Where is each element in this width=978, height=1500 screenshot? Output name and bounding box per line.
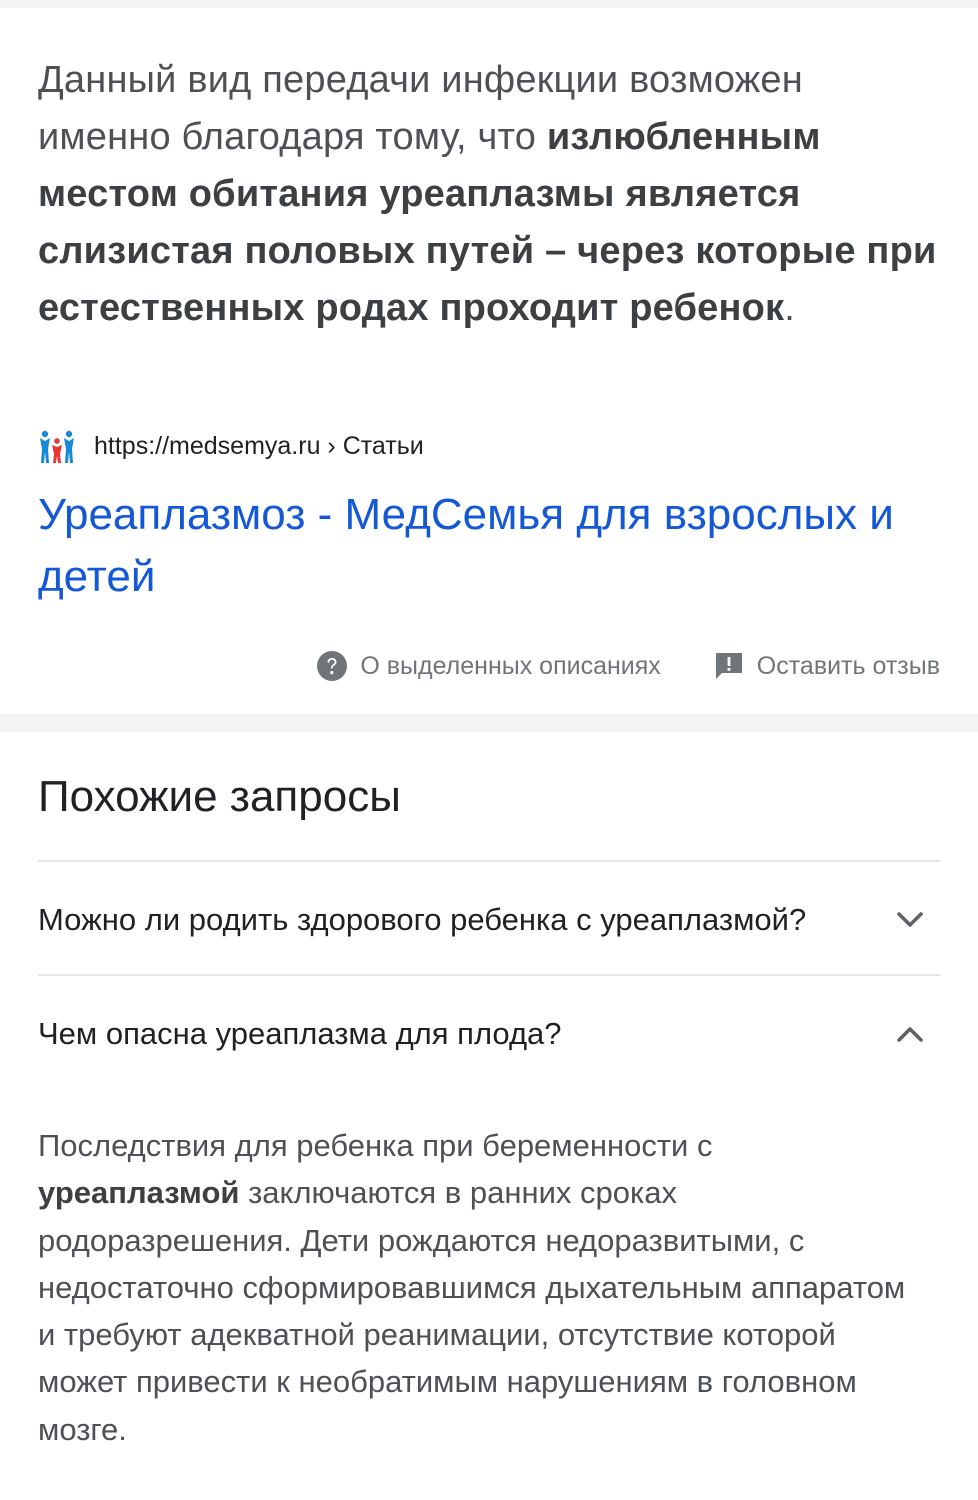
related-answer-text: Последствия для ребенка при беременности… [38, 1122, 918, 1453]
related-question-2[interactable]: Чем опасна уреаплазма для плода? [38, 1004, 940, 1064]
question-text: Можно ли родить здорового ребенка с уреа… [38, 902, 807, 937]
snippet-footer: О выделенных описаниях Оставить отзыв [316, 646, 940, 686]
about-label: О выделенных описаниях [360, 651, 661, 680]
chevron-up-icon [892, 1016, 928, 1052]
related-question-1[interactable]: Можно ли родить здорового ребенка с уреа… [38, 890, 940, 950]
feedback-icon [713, 650, 745, 682]
source-url[interactable]: https://medsemya.ru › Статьи [94, 432, 424, 461]
related-questions-card: Похожие запросы Можно ли родить здоровог… [0, 732, 978, 1500]
feedback-link[interactable]: Оставить отзыв [713, 650, 940, 682]
snippet-text-after: . [784, 287, 796, 329]
chevron-down-icon [892, 902, 928, 938]
related-section-title: Похожие запросы [38, 772, 401, 821]
about-featured-snippets-link[interactable]: О выделенных описаниях [316, 650, 661, 682]
result-title-link[interactable]: Уреаплазмоз - МедСемья для взрослых и де… [38, 484, 948, 608]
divider [38, 860, 940, 862]
section-separator [0, 714, 978, 732]
medsemya-logo-icon [38, 427, 76, 465]
featured-snippet-card: Данный вид передачи инфекции возможен им… [0, 8, 978, 714]
top-separator [0, 0, 978, 8]
feedback-label: Оставить отзыв [756, 651, 940, 680]
snippet-text: Данный вид передачи инфекции возможен им… [38, 52, 938, 337]
answer-text-bold: уреаплазмой [38, 1175, 240, 1211]
question-text: Чем опасна уреаплазма для плода? [38, 1016, 562, 1051]
answer-text-after: заключаются в ранних сроках родоразрешен… [38, 1175, 906, 1447]
source-line[interactable]: https://medsemya.ru › Статьи [38, 426, 424, 466]
divider [38, 974, 940, 976]
answer-text-before: Последствия для ребенка при беременности… [38, 1128, 713, 1163]
help-icon [316, 650, 348, 682]
